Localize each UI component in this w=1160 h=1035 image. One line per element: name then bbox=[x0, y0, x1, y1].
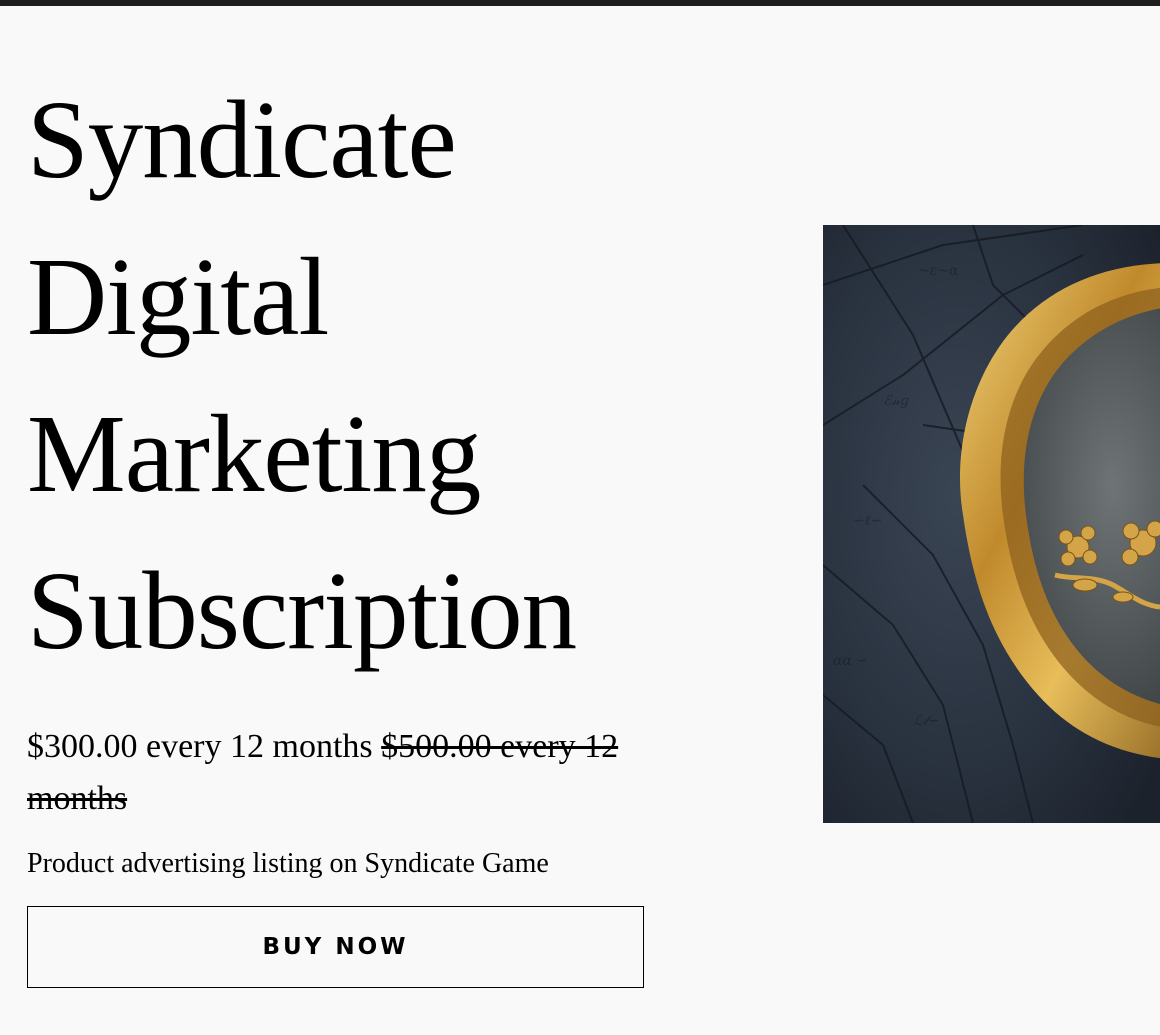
product-title-line: Subscription bbox=[27, 550, 577, 673]
product-title-line: Digital bbox=[27, 236, 329, 359]
product-info: Syndicate Digital Marketing Subscription… bbox=[27, 62, 647, 882]
gold-wax-seal-image: ~ɛ~ɑ ℰ𝓃𝑔 ∽ℓ∽ ɑɑ ∽ ℒ𝓉∽ bbox=[823, 225, 1160, 823]
svg-text:ℰ𝓃𝑔: ℰ𝓃𝑔 bbox=[883, 393, 909, 409]
svg-text:∽ℓ∽: ∽ℓ∽ bbox=[853, 513, 882, 529]
svg-text:ℒ𝓉∽: ℒ𝓉∽ bbox=[913, 713, 940, 729]
product-title: Syndicate Digital Marketing Subscription bbox=[27, 62, 647, 690]
top-bar bbox=[0, 0, 1160, 6]
price-block: $300.00 every 12 months $500.00 every 12… bbox=[27, 721, 647, 825]
product-image: ~ɛ~ɑ ℰ𝓃𝑔 ∽ℓ∽ ɑɑ ∽ ℒ𝓉∽ bbox=[823, 225, 1160, 823]
product-description: Product advertising listing on Syndicate… bbox=[27, 848, 549, 879]
buy-now-button[interactable]: BUY NOW bbox=[27, 906, 644, 988]
product-title-line: Marketing bbox=[27, 393, 481, 516]
product-title-line: Syndicate bbox=[27, 79, 457, 202]
svg-text:ɑɑ ∽: ɑɑ ∽ bbox=[833, 653, 868, 669]
svg-text:~ɛ~ɑ: ~ɛ~ɑ bbox=[918, 263, 959, 279]
sale-price: $300.00 every 12 months bbox=[27, 728, 373, 765]
